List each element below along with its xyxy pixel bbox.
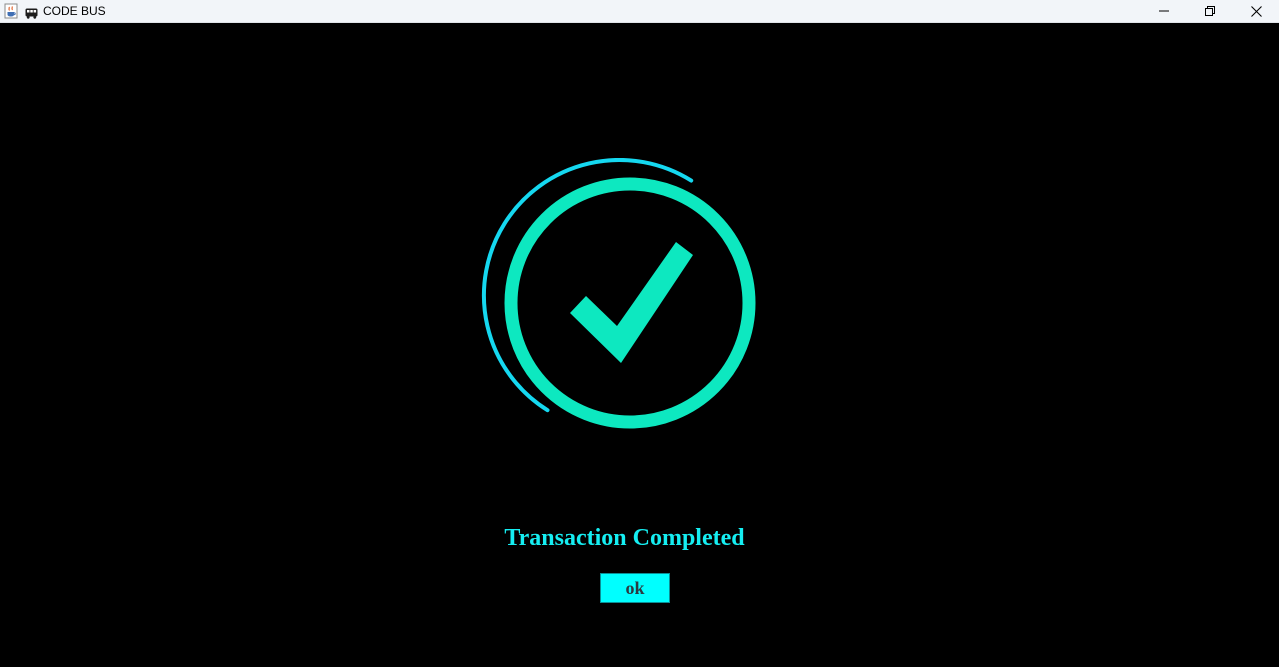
- minimize-icon: [1159, 6, 1169, 16]
- transaction-status-message: Transaction Completed: [504, 525, 745, 551]
- window-title: CODE BUS: [43, 4, 106, 18]
- bus-icon: [25, 6, 38, 19]
- app-window: CODE BUS Transaction Completed ok: [0, 0, 1279, 667]
- minimize-button[interactable]: [1141, 0, 1187, 22]
- java-coffee-icon[interactable]: [3, 3, 19, 19]
- restore-icon: [1205, 6, 1215, 16]
- maximize-button[interactable]: [1187, 0, 1233, 22]
- close-button[interactable]: [1233, 0, 1279, 22]
- close-icon: [1250, 5, 1262, 17]
- checkmark-circle-icon: [480, 157, 770, 448]
- title-bar[interactable]: CODE BUS: [0, 0, 1279, 23]
- content-panel: Transaction Completed ok: [0, 23, 1279, 667]
- ok-button[interactable]: ok: [600, 573, 670, 603]
